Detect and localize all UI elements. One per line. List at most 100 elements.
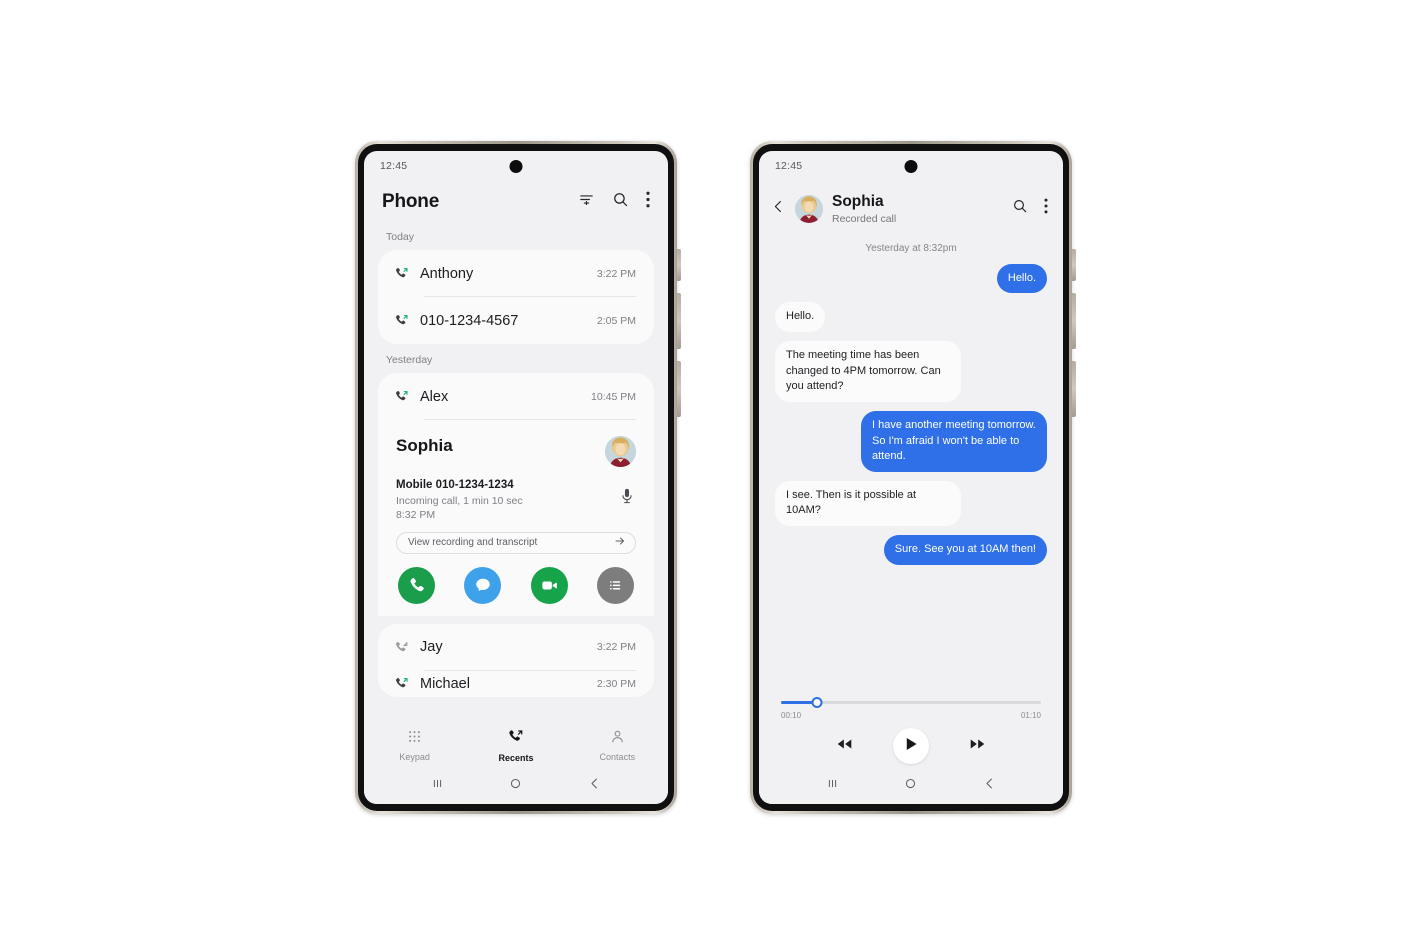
playback-times: 00:10 01:10 (781, 711, 1041, 720)
playback-controls (781, 728, 1041, 764)
contacts-icon (610, 730, 625, 748)
row-divider (424, 419, 636, 420)
outgoing-call-icon (388, 389, 414, 404)
page-title: Phone (382, 191, 440, 212)
message-bubble-outgoing[interactable]: I have another meeting tomorrow. So I'm … (861, 410, 1047, 472)
message-action-button[interactable] (464, 566, 502, 604)
table-row[interactable]: Anthony 3:22 PM (378, 250, 654, 297)
message-row: Sure. See you at 10AM then! (775, 534, 1047, 565)
table-row[interactable]: 010-1234-4567 2:05 PM (378, 297, 654, 344)
power-button[interactable] (677, 361, 681, 417)
call-timestamp: 2:05 PM (596, 314, 636, 327)
phone-screen-right: 12:45 Sophia Recorded call Yesterday at … (759, 151, 1063, 804)
expanded-contact-name: Sophia (396, 436, 453, 455)
home-nav-icon[interactable] (508, 776, 523, 796)
microphone-icon[interactable] (620, 478, 636, 510)
expanded-card-top: Sophia (396, 436, 636, 467)
back-nav-icon[interactable] (587, 776, 602, 796)
message-row: Hello. (775, 263, 1047, 294)
phone-bezel-right: 12:45 Sophia Recorded call Yesterday at … (753, 144, 1069, 811)
table-row[interactable]: Jay 3:22 PM (378, 624, 654, 671)
elapsed-time: 00:10 (781, 711, 802, 720)
slider-knob[interactable] (811, 696, 823, 708)
side-button-top[interactable] (677, 249, 681, 281)
call-contact-name: 010-1234-4567 (420, 312, 519, 329)
play-icon (905, 737, 918, 756)
fast-forward-icon[interactable] (969, 737, 986, 756)
call-timestamp: 3:22 PM (596, 641, 636, 654)
conversation-titles: Sophia Recorded call (832, 193, 1003, 225)
call-group-today: Anthony 3:22 PM 010-1234-4567 2:05 PM (378, 250, 654, 344)
back-chevron-icon[interactable] (771, 199, 786, 219)
details-action-button[interactable] (596, 566, 634, 604)
video-call-action-button[interactable] (530, 566, 568, 604)
audio-player: 00:10 01:10 (759, 689, 1063, 768)
more-options-icon[interactable] (646, 191, 650, 213)
outgoing-call-icon (388, 313, 414, 328)
more-options-icon[interactable] (1044, 198, 1048, 219)
transcript-button-label: View recording and transcript (408, 537, 538, 549)
avatar[interactable] (795, 194, 823, 223)
conversation-subtitle: Recorded call (832, 212, 897, 225)
conversation-contact-name: Sophia (832, 193, 884, 210)
volume-up-button[interactable] (1072, 293, 1076, 349)
message-bubble-outgoing[interactable]: Hello. (996, 263, 1047, 294)
system-gesture-bar-left (364, 768, 668, 804)
phone-bezel-left: 12:45 Phone Today Anthony 3:22 PM 010-12… (358, 144, 674, 811)
message-bubble-incoming[interactable]: The meeting time has been changed to 4PM… (775, 341, 961, 402)
view-recording-transcript-button[interactable]: View recording and transcript (396, 531, 636, 554)
contact-mobile-number: Mobile 010-1234-1234 (396, 479, 514, 491)
screenshot-canvas: 12:45 Phone Today Anthony 3:22 PM 010-12… (0, 0, 1427, 951)
message-row: I have another meeting tomorrow. So I'm … (775, 410, 1047, 472)
volume-up-button[interactable] (677, 293, 681, 349)
message-bubble-incoming[interactable]: I see. Then is it possible at 10AM? (775, 480, 961, 526)
search-icon[interactable] (612, 191, 629, 213)
message-bubble-incoming[interactable]: Hello. (775, 302, 826, 333)
nav-label-contacts: Contacts (599, 751, 636, 762)
message-list[interactable]: Hello. Hello. The meeting time has been … (759, 263, 1063, 689)
nav-item-contacts[interactable]: Contacts (567, 729, 668, 762)
call-timestamp: 10:45 PM (591, 390, 636, 403)
recents-nav-icon[interactable] (825, 776, 840, 796)
call-time: 8:32 PM (396, 508, 436, 521)
nav-item-keypad[interactable]: Keypad (364, 729, 465, 762)
system-gesture-bar-right (759, 768, 1063, 804)
conversation-header: Sophia Recorded call (759, 181, 1063, 235)
call-timestamp: 2:30 PM (596, 677, 636, 690)
nav-item-recents[interactable]: Recents (465, 728, 566, 763)
call-group-more: Jay 3:22 PM Michael 2:30 PM (378, 623, 654, 697)
search-icon[interactable] (1012, 198, 1028, 219)
recents-list[interactable]: Today Anthony 3:22 PM 010-1234-4567 2:05… (364, 227, 668, 722)
message-row: Hello. (775, 302, 1047, 333)
avatar[interactable] (605, 436, 636, 467)
recents-icon (507, 729, 524, 749)
side-button-top[interactable] (1072, 249, 1076, 281)
keypad-icon (407, 730, 422, 748)
outgoing-call-icon (388, 676, 414, 691)
call-meta: Mobile 010-1234-1234 Incoming call, 1 mi… (396, 478, 636, 522)
camera-punch-hole (904, 160, 918, 173)
arrow-right-icon (614, 535, 626, 550)
table-row[interactable]: Michael 2:30 PM (378, 671, 654, 697)
recents-nav-icon[interactable] (430, 776, 445, 796)
message-bubble-outgoing[interactable]: Sure. See you at 10AM then! (883, 534, 1047, 565)
phone-device-left: 12:45 Phone Today Anthony 3:22 PM 010-12… (355, 141, 681, 814)
home-nav-icon[interactable] (903, 776, 918, 796)
status-bar-right: 12:45 (759, 151, 1063, 181)
message-row: I see. Then is it possible at 10AM? (775, 480, 1047, 526)
sort-icon[interactable] (578, 191, 595, 213)
table-row[interactable]: Alex 10:45 PM (378, 373, 654, 420)
camera-punch-hole (509, 160, 523, 173)
power-button[interactable] (1072, 361, 1076, 417)
rewind-icon[interactable] (836, 737, 853, 756)
call-contact-name: Alex (420, 388, 449, 405)
call-contact-name: Jay (420, 639, 443, 656)
back-nav-icon[interactable] (982, 776, 997, 796)
call-timestamp: 3:22 PM (596, 267, 636, 280)
message-row: The meeting time has been changed to 4PM… (775, 341, 1047, 402)
playback-slider[interactable] (781, 695, 1041, 709)
contact-action-buttons (396, 566, 636, 604)
play-button[interactable] (893, 728, 929, 764)
section-header-today: Today (386, 231, 415, 243)
call-action-button[interactable] (398, 566, 435, 604)
